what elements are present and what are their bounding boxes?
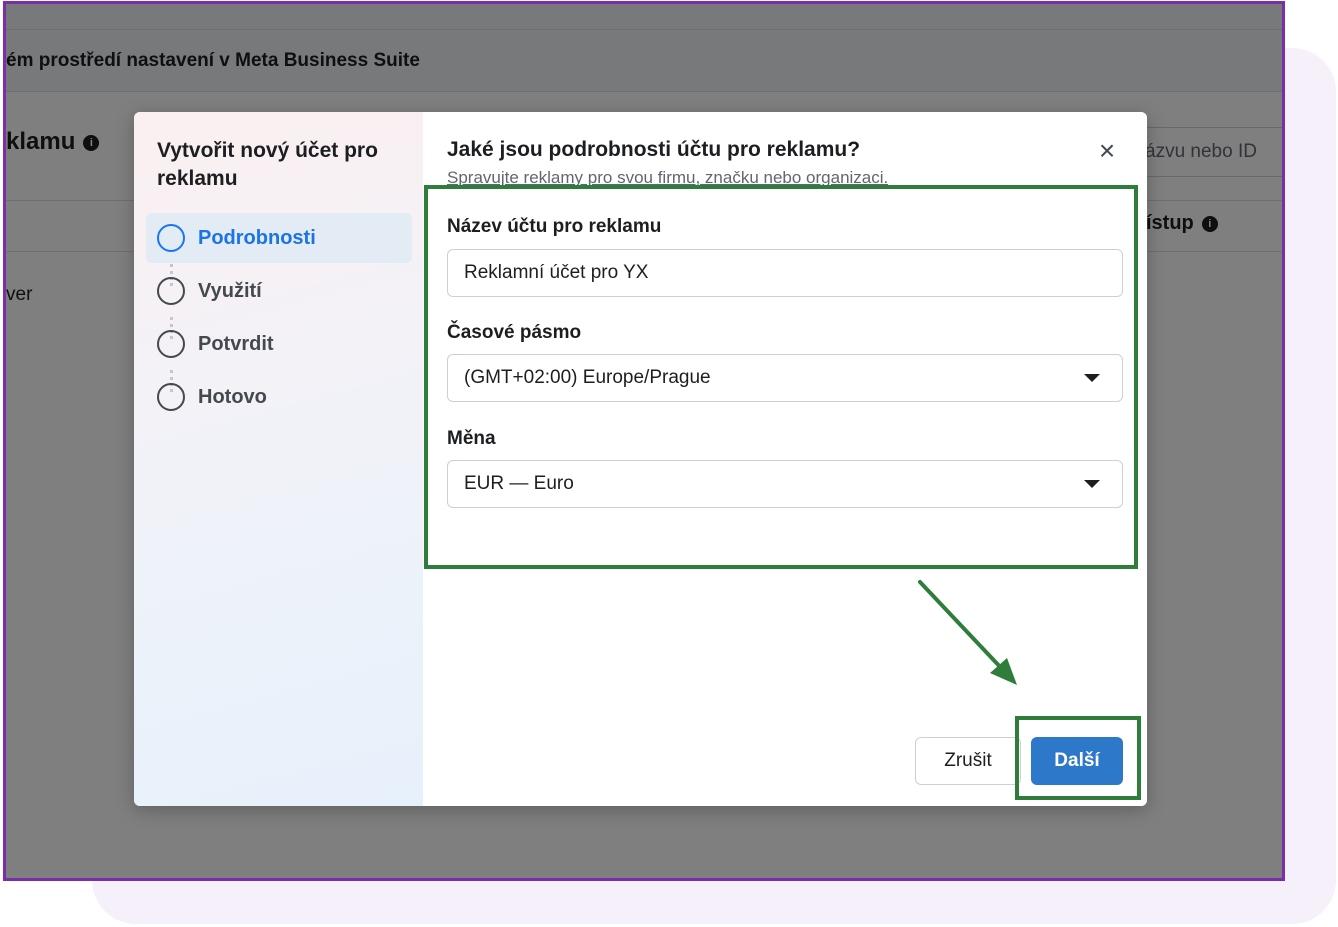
- currency-value: EUR — Euro: [464, 473, 574, 494]
- dialog-content: Jaké jsou podrobnosti účtu pro reklamu? …: [423, 112, 1147, 806]
- timezone-label: Časové pásmo: [447, 322, 582, 343]
- account-name-input[interactable]: [447, 249, 1123, 297]
- step-indicator-icon: [157, 224, 185, 252]
- step-label: Hotovo: [198, 385, 267, 408]
- cancel-button[interactable]: Zrušit: [915, 737, 1021, 785]
- dialog-subtitle: Spravujte reklamy pro svou firmu, značku…: [447, 168, 889, 186]
- step-hotovo[interactable]: Hotovo: [146, 372, 412, 422]
- currency-select[interactable]: EUR — Euro: [447, 460, 1123, 508]
- chevron-down-icon: [1084, 480, 1100, 488]
- dialog-sidebar-title: Vytvořit nový účet pro reklamu: [157, 139, 378, 190]
- next-button[interactable]: Další: [1031, 737, 1123, 785]
- currency-label: Měna: [447, 428, 496, 449]
- dialog-sidebar: Vytvořit nový účet pro reklamu Podrobnos…: [134, 112, 423, 806]
- step-indicator-icon: [157, 330, 185, 358]
- step-label: Potvrdit: [198, 332, 274, 355]
- business-suite-app: ém prostředí nastavení v Meta Business S…: [6, 4, 1282, 878]
- step-indicator-icon: [157, 277, 185, 305]
- chevron-down-icon: [1084, 374, 1100, 382]
- step-label: Využití: [198, 279, 262, 302]
- arrow-annotation-icon: [918, 580, 1017, 685]
- account-name-label: Název účtu pro reklamu: [447, 216, 662, 237]
- step-podrobnosti[interactable]: Podrobnosti: [146, 213, 412, 263]
- screenshot-frame: ém prostředí nastavení v Meta Business S…: [3, 1, 1285, 881]
- create-ad-account-dialog: Vytvořit nový účet pro reklamu Podrobnos…: [134, 112, 1147, 806]
- step-potvrdit[interactable]: Potvrdit: [146, 319, 412, 369]
- step-label: Podrobnosti: [198, 226, 316, 249]
- timezone-value: (GMT+02:00) Europe/Prague: [464, 367, 711, 388]
- step-vyuziti[interactable]: Využití: [146, 266, 412, 316]
- close-icon[interactable]: ×: [1091, 136, 1123, 168]
- timezone-select[interactable]: (GMT+02:00) Europe/Prague: [447, 354, 1123, 402]
- step-indicator-icon: [157, 383, 185, 411]
- dialog-title: Jaké jsou podrobnosti účtu pro reklamu?: [447, 138, 861, 161]
